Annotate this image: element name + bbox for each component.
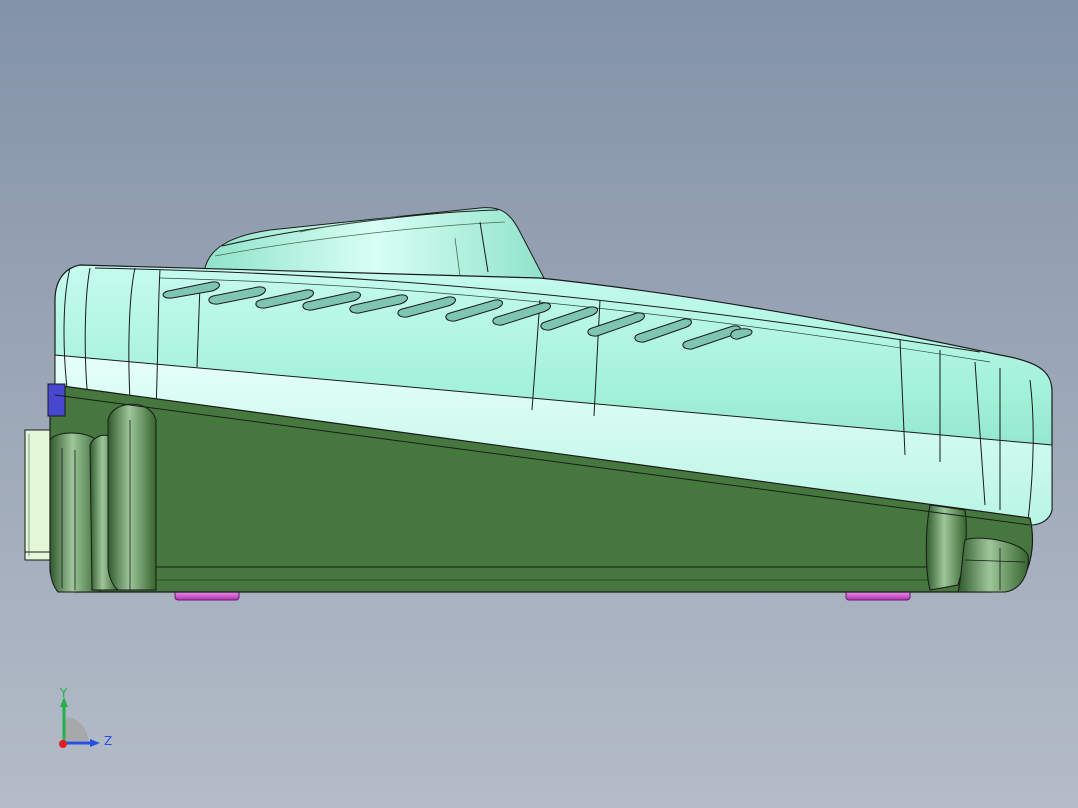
z-axis-label: Z — [104, 734, 112, 748]
part-model-view[interactable] — [0, 0, 1078, 808]
y-axis-label: Y — [59, 686, 68, 700]
side-accent-feature[interactable] — [47, 383, 66, 417]
x-axis-dot — [59, 740, 67, 748]
triad-plane-shade — [64, 717, 88, 741]
rear-connector[interactable] — [24, 429, 54, 561]
z-axis-arrowhead — [90, 739, 100, 747]
top-dome-housing[interactable] — [204, 207, 546, 281]
view-orientation-triad[interactable]: Y Z — [50, 685, 120, 755]
cad-viewport[interactable]: Y Z — [0, 0, 1078, 808]
